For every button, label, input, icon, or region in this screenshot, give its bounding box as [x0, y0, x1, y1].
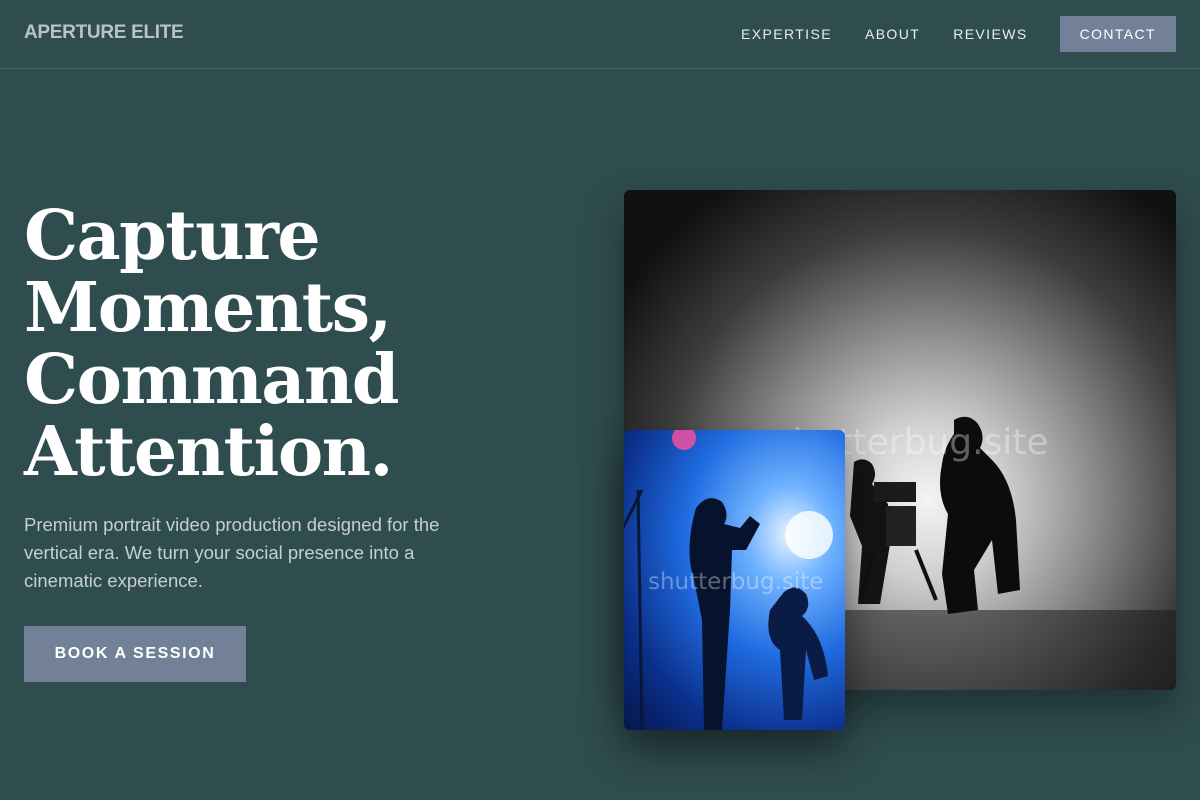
- hero-title: Capture Moments, Command Attention.: [24, 200, 584, 488]
- contact-button[interactable]: CONTACT: [1059, 16, 1176, 52]
- site-header: APERTURE ELITE EXPERTISE ABOUT REVIEWS C…: [0, 0, 1200, 69]
- stage-filming-photo: shutterbug.site: [624, 430, 845, 730]
- book-session-button[interactable]: BOOK A SESSION: [24, 626, 246, 682]
- brand-logo[interactable]: APERTURE ELITE: [24, 22, 184, 44]
- hero-subtitle: Premium portrait video production design…: [24, 514, 440, 591]
- hero-title-line: Attention.: [24, 412, 393, 492]
- hero-title-line: Capture: [24, 196, 321, 276]
- nav-link-about[interactable]: ABOUT: [865, 26, 920, 42]
- nav-link-expertise[interactable]: EXPERTISE: [741, 26, 832, 42]
- hero-title-line: Moments,: [24, 268, 392, 348]
- image-watermark: shutterbug.site: [648, 569, 824, 595]
- main-nav: EXPERTISE ABOUT REVIEWS CONTACT: [741, 16, 1176, 52]
- nav-link-reviews[interactable]: REVIEWS: [953, 26, 1027, 42]
- hero-title-line: Command: [24, 340, 399, 420]
